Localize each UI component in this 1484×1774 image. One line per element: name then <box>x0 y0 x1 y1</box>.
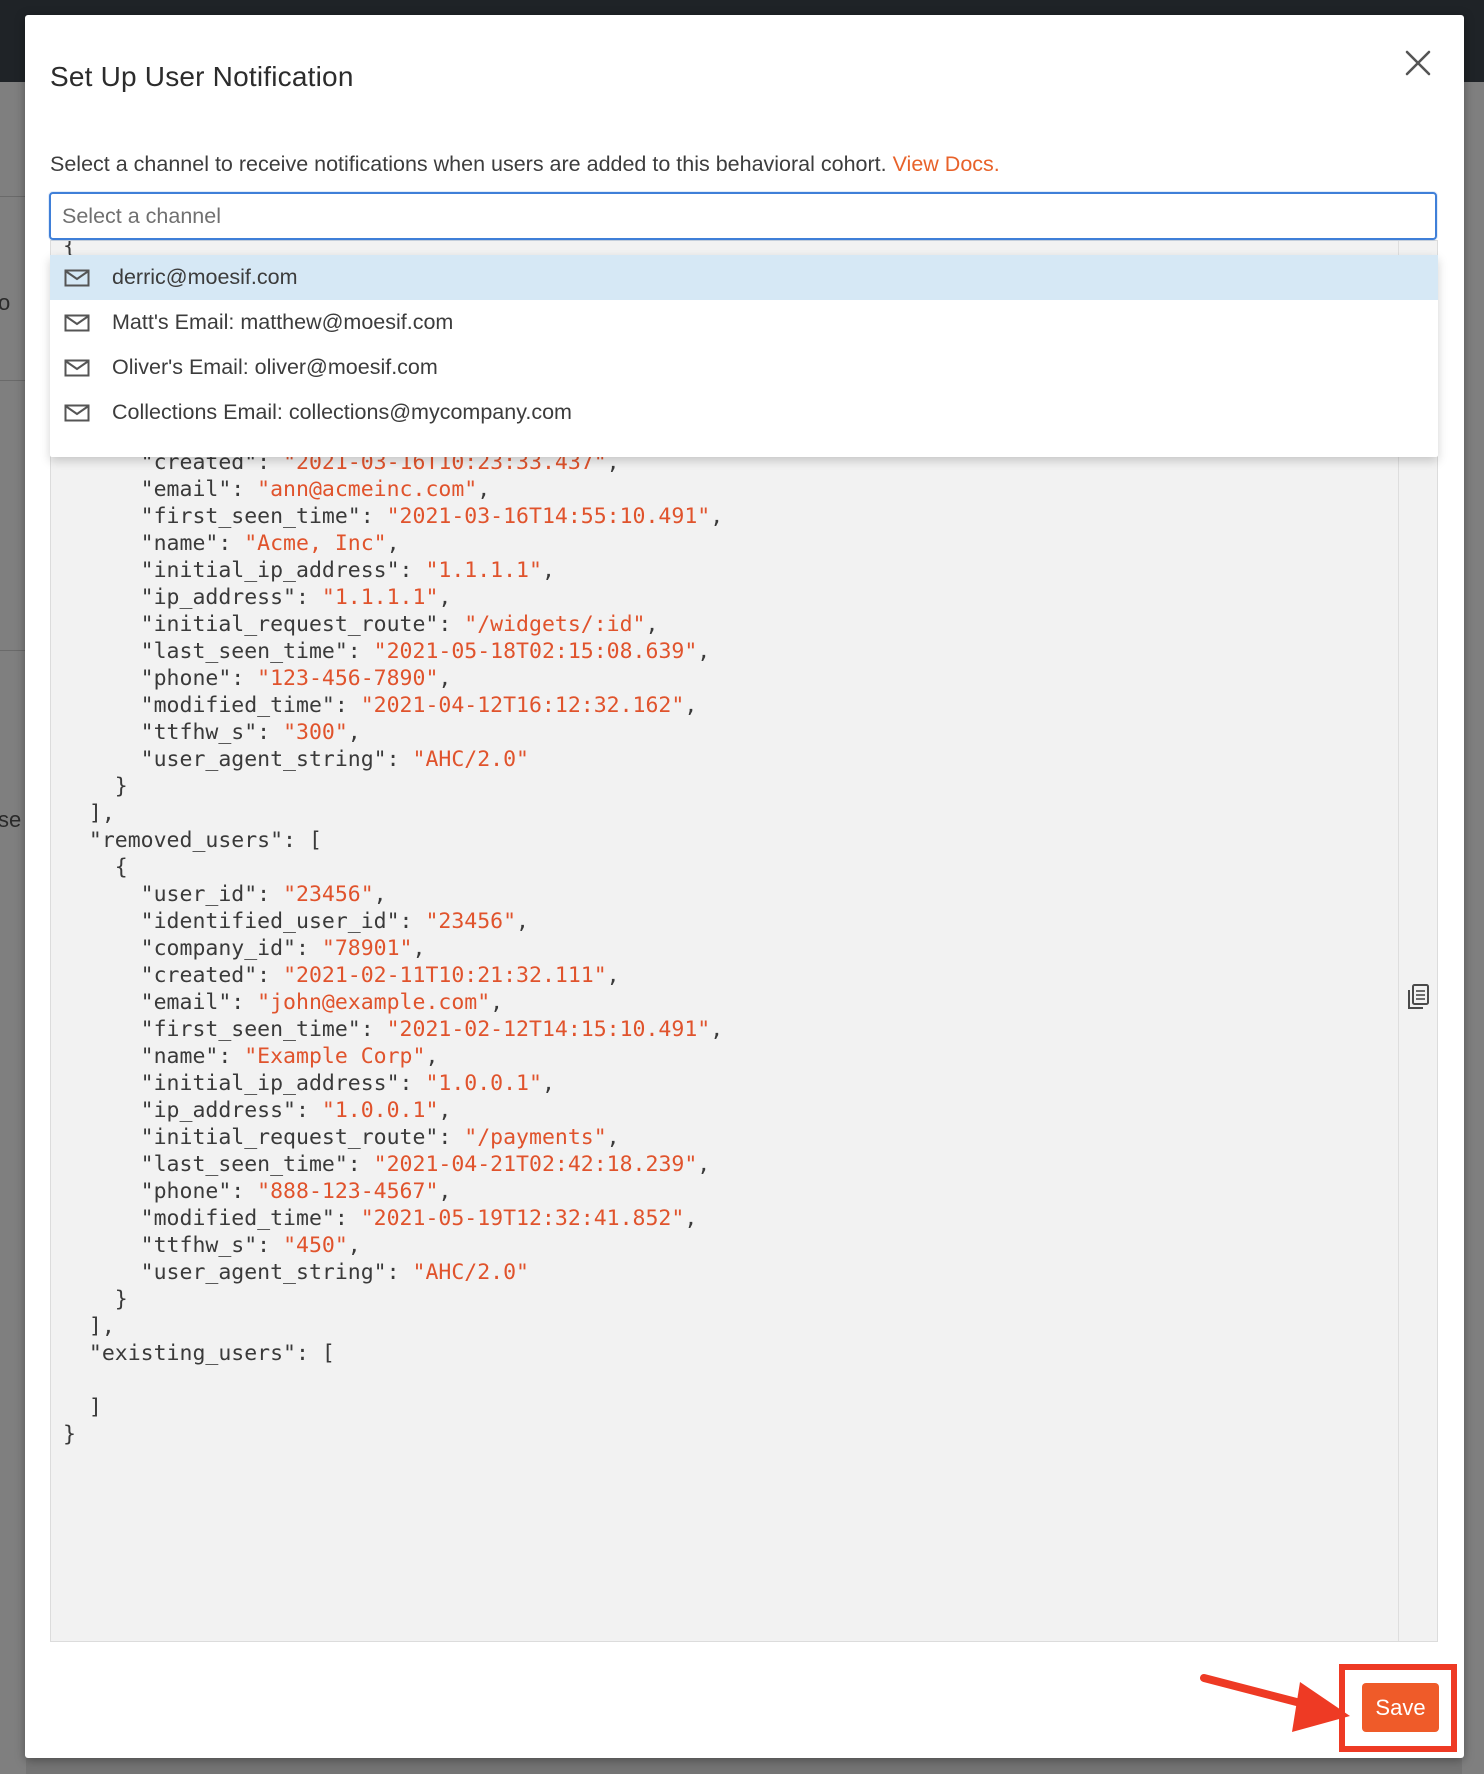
close-icon <box>1405 50 1431 76</box>
modal-description: Select a channel to receive notification… <box>50 152 1000 177</box>
background-divider <box>0 380 26 381</box>
notification-modal: Set Up User Notification Select a channe… <box>25 15 1464 1758</box>
background-page-right <box>1462 82 1484 1774</box>
channel-option-label: Collections Email: collections@mycompany… <box>112 400 572 424</box>
channel-select-input[interactable] <box>49 192 1437 240</box>
background-text-fragment: o <box>0 290 11 315</box>
description-text: Select a channel to receive notification… <box>50 152 887 176</box>
channel-option-label: derric@moesif.com <box>112 265 298 289</box>
copy-icon[interactable] <box>1406 983 1430 1011</box>
background-page-left <box>0 82 26 1774</box>
channel-dropdown: derric@moesif.com Matt's Email: matthew@… <box>50 255 1438 457</box>
mail-icon <box>64 359 90 376</box>
channel-option[interactable]: Matt's Email: matthew@moesif.com <box>50 300 1438 345</box>
view-docs-link[interactable]: View Docs. <box>893 152 1000 176</box>
background-text-fragment: se <box>0 807 22 832</box>
save-button[interactable]: Save <box>1362 1683 1439 1732</box>
close-button[interactable] <box>1398 43 1438 83</box>
annotation-arrow <box>1200 1674 1350 1732</box>
mail-icon <box>64 269 90 286</box>
modal-title: Set Up User Notification <box>50 61 354 92</box>
channel-option[interactable]: Collections Email: collections@mycompany… <box>50 390 1438 435</box>
mail-icon <box>64 314 90 331</box>
channel-option-label: Matt's Email: matthew@moesif.com <box>112 310 454 334</box>
channel-option[interactable]: derric@moesif.com <box>50 255 1438 300</box>
mail-icon <box>64 404 90 421</box>
channel-option-label: Oliver's Email: oliver@moesif.com <box>112 355 438 379</box>
background-divider <box>0 196 26 197</box>
background-divider <box>0 650 26 651</box>
channel-option[interactable]: Oliver's Email: oliver@moesif.com <box>50 345 1438 390</box>
